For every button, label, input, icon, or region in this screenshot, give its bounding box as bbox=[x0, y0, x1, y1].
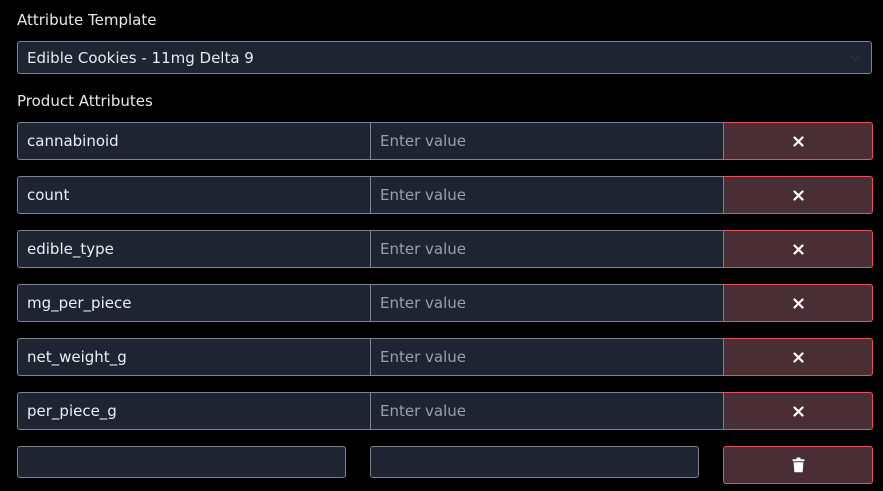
attribute-value-placeholder: Enter value bbox=[380, 186, 467, 204]
close-icon bbox=[792, 405, 804, 417]
attribute-key-text: net_weight_g bbox=[27, 348, 127, 366]
remove-attribute-button[interactable] bbox=[723, 122, 873, 160]
close-icon bbox=[792, 189, 804, 201]
new-attribute-value-input[interactable] bbox=[370, 446, 699, 478]
product-attributes-label: Product Attributes bbox=[17, 92, 153, 110]
attribute-key-field[interactable]: mg_per_piece bbox=[17, 284, 371, 322]
attribute-value-field[interactable]: Enter value bbox=[370, 176, 723, 214]
attribute-value-field[interactable]: Enter value bbox=[370, 338, 723, 376]
attribute-value-field[interactable]: Enter value bbox=[370, 392, 723, 430]
remove-attribute-button[interactable] bbox=[723, 284, 873, 322]
attribute-key-field[interactable]: cannabinoid bbox=[17, 122, 371, 160]
attribute-value-field[interactable]: Enter value bbox=[370, 284, 723, 322]
close-icon bbox=[792, 243, 804, 255]
attribute-value-placeholder: Enter value bbox=[380, 348, 467, 366]
attribute-row: cannabinoid Enter value bbox=[17, 122, 873, 160]
attribute-template-selected-value: Edible Cookies - 11mg Delta 9 bbox=[27, 48, 254, 67]
attribute-value-placeholder: Enter value bbox=[380, 402, 467, 420]
attribute-value-placeholder: Enter value bbox=[380, 132, 467, 150]
trash-icon bbox=[792, 457, 804, 473]
chevron-down-icon bbox=[850, 55, 860, 61]
attribute-key-text: mg_per_piece bbox=[27, 294, 132, 312]
close-icon bbox=[792, 135, 804, 147]
attribute-key-field[interactable]: net_weight_g bbox=[17, 338, 371, 376]
attribute-key-text: edible_type bbox=[27, 240, 114, 258]
attribute-row: mg_per_piece Enter value bbox=[17, 284, 873, 322]
close-icon bbox=[792, 297, 804, 309]
attribute-template-label: Attribute Template bbox=[17, 11, 157, 29]
attribute-key-field[interactable]: count bbox=[17, 176, 371, 214]
remove-attribute-button[interactable] bbox=[723, 338, 873, 376]
attribute-row: net_weight_g Enter value bbox=[17, 338, 873, 376]
remove-attribute-button[interactable] bbox=[723, 176, 873, 214]
close-icon bbox=[792, 351, 804, 363]
attribute-key-field[interactable]: per_piece_g bbox=[17, 392, 371, 430]
attribute-key-text: count bbox=[27, 186, 70, 204]
attribute-key-text: per_piece_g bbox=[27, 402, 117, 420]
delete-attribute-button[interactable] bbox=[723, 446, 873, 484]
attribute-value-placeholder: Enter value bbox=[380, 294, 467, 312]
attribute-key-text: cannabinoid bbox=[27, 132, 119, 150]
attribute-value-field[interactable]: Enter value bbox=[370, 122, 723, 160]
new-attribute-key-input[interactable] bbox=[17, 446, 346, 478]
attribute-row: count Enter value bbox=[17, 176, 873, 214]
attribute-row: edible_type Enter value bbox=[17, 230, 873, 268]
attribute-row: per_piece_g Enter value bbox=[17, 392, 873, 430]
remove-attribute-button[interactable] bbox=[723, 392, 873, 430]
attribute-key-field[interactable]: edible_type bbox=[17, 230, 371, 268]
attribute-value-placeholder: Enter value bbox=[380, 240, 467, 258]
attribute-template-select[interactable]: Edible Cookies - 11mg Delta 9 bbox=[17, 41, 872, 74]
attribute-value-field[interactable]: Enter value bbox=[370, 230, 723, 268]
remove-attribute-button[interactable] bbox=[723, 230, 873, 268]
